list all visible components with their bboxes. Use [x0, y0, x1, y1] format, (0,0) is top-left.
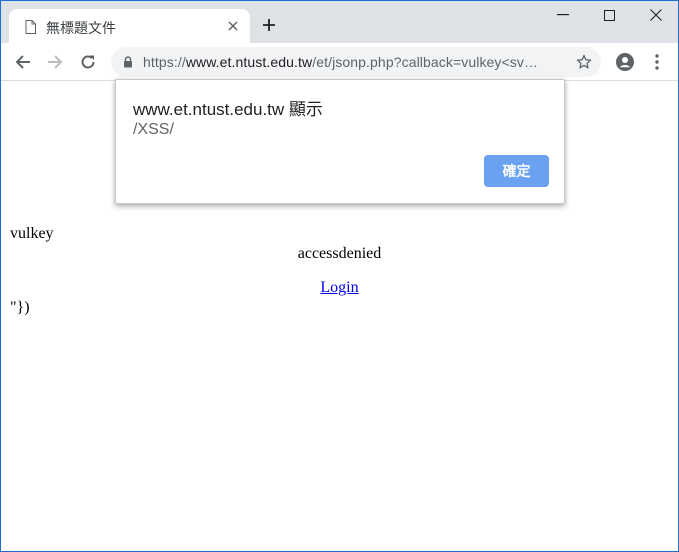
- page-text-vulkey: vulkey: [10, 225, 54, 242]
- kebab-menu-icon[interactable]: [655, 54, 659, 70]
- reload-icon[interactable]: [80, 54, 96, 70]
- page-text-tail: "}): [10, 299, 30, 316]
- minimize-icon[interactable]: [557, 14, 569, 16]
- url-path: /et/jsonp.php?callback=vulkey<sv…: [312, 54, 539, 70]
- dialog-message: /XSS/: [133, 121, 174, 138]
- page-text-accessdenied: accessdenied: [297, 245, 382, 262]
- alert-dialog: www.et.ntust.edu.tw 顯示 /XSS/ 確定: [115, 79, 565, 204]
- address-bar[interactable]: https://www.et.ntust.edu.tw/et/jsonp.php…: [111, 47, 601, 77]
- browser-toolbar: https://www.et.ntust.edu.tw/et/jsonp.php…: [1, 43, 678, 81]
- url-scheme: https://: [143, 54, 186, 70]
- browser-window: 無標題文件 https://www.et.ntust.edu.tw/et/jso…: [0, 0, 679, 552]
- url-host: www.et.ntust.edu.tw: [185, 54, 313, 70]
- forward-arrow-icon[interactable]: [47, 54, 63, 70]
- login-link-container: Login: [1, 279, 678, 297]
- lock-icon[interactable]: [123, 56, 133, 68]
- url-text[interactable]: https://www.et.ntust.edu.tw/et/jsonp.php…: [143, 54, 568, 70]
- tab-close-icon[interactable]: [226, 19, 240, 33]
- tab-title: 無標題文件: [46, 20, 116, 36]
- new-tab-plus-icon[interactable]: [262, 18, 276, 32]
- tab-active[interactable]: 無標題文件: [9, 9, 250, 43]
- profile-avatar-icon[interactable]: [616, 53, 634, 71]
- window-close-icon[interactable]: [650, 9, 662, 21]
- dialog-ok-button[interactable]: 確定: [484, 155, 549, 187]
- tab-strip: 無標題文件: [1, 1, 678, 43]
- maximize-icon[interactable]: [604, 10, 615, 21]
- bookmark-star-icon[interactable]: [576, 54, 592, 70]
- login-link[interactable]: Login: [320, 279, 358, 296]
- back-arrow-icon[interactable]: [15, 54, 31, 70]
- document-icon: [25, 20, 36, 34]
- dialog-title: www.et.ntust.edu.tw 顯示: [133, 100, 323, 119]
